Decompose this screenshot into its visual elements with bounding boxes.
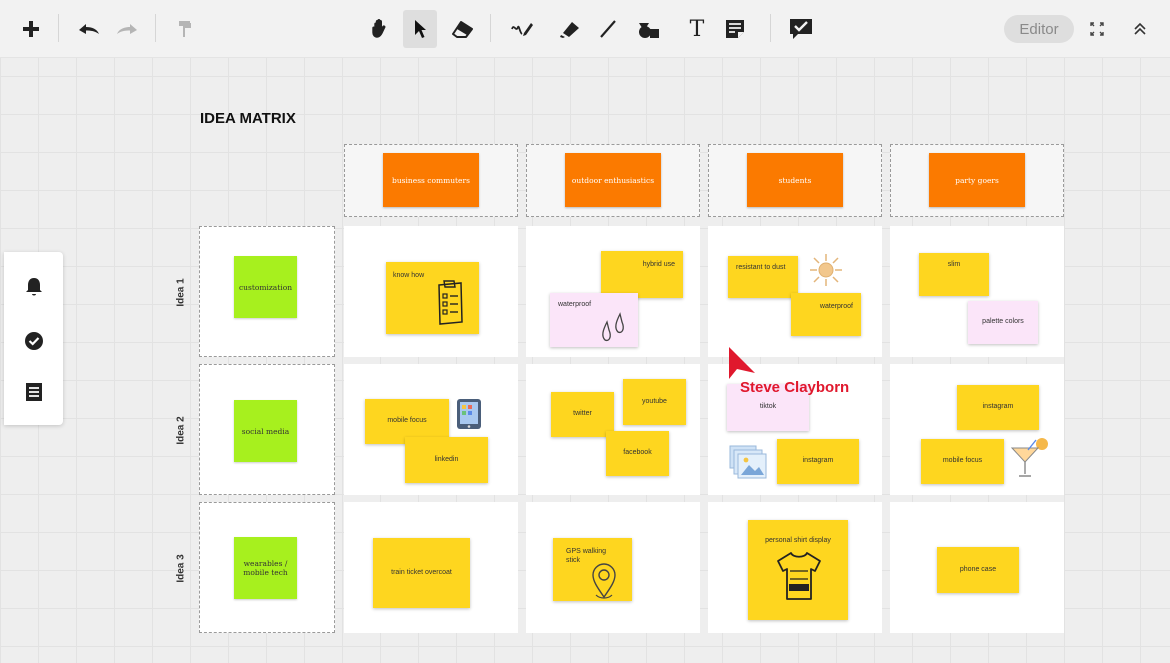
text-icon[interactable]: T	[680, 10, 714, 48]
collaborator-name: Steve Clayborn	[740, 379, 850, 396]
row-theme-card[interactable]: customization	[234, 256, 297, 318]
row-label-text: Idea 2	[175, 415, 187, 445]
editor-label: Editor	[1019, 20, 1059, 38]
sticky-note[interactable]: facebook	[606, 431, 669, 476]
row-label-text: Idea 3	[175, 553, 187, 583]
sticky-note-icon[interactable]	[718, 10, 752, 48]
tablet-icon	[456, 398, 482, 435]
column-header-card[interactable]: business commuters	[383, 153, 479, 207]
sticky-note[interactable]: mobile focus	[921, 439, 1004, 484]
sticky-note[interactable]: know how	[386, 262, 479, 334]
sticky-note-text: train ticket overcoat	[391, 568, 452, 576]
board-title: IDEA MATRIX	[200, 110, 296, 127]
cocktail-icon	[1008, 436, 1052, 485]
column-header-card[interactable]: party goers	[929, 153, 1025, 207]
sticky-note-text: mobile focus	[387, 417, 427, 425]
toolbar-divider	[490, 14, 491, 42]
sticky-note-text: waterproof	[558, 301, 592, 308]
sticky-note-text: facebook	[623, 449, 652, 457]
top-toolbar: T Editor	[0, 0, 1170, 58]
sticky-note-text: linkedin	[434, 455, 459, 463]
line-icon[interactable]	[591, 10, 625, 48]
row-label: Idea 2	[171, 400, 191, 460]
select-icon[interactable]	[403, 10, 437, 48]
shapes-icon[interactable]	[632, 10, 666, 48]
image-icon	[729, 445, 767, 484]
sticky-note-text: waterproof	[819, 303, 853, 310]
sticky-note[interactable]: instagram	[777, 439, 859, 484]
row-label: Idea 1	[171, 262, 191, 322]
sticky-note[interactable]: youtube	[623, 379, 686, 425]
location-pin-icon	[591, 563, 617, 604]
toolbar-divider	[58, 14, 59, 42]
undo-icon[interactable]	[72, 10, 106, 48]
sticky-note[interactable]: train ticket overcoat	[373, 538, 470, 608]
toolbar-divider	[770, 14, 771, 42]
row-label-text: Idea 1	[175, 277, 187, 307]
sticky-note-text: instagram	[802, 457, 834, 465]
sticky-note[interactable]: palette colors	[968, 301, 1038, 344]
pen-icon[interactable]	[505, 10, 539, 48]
collapse-toolbar-icon[interactable]	[1123, 10, 1157, 48]
column-header-card[interactable]: students	[747, 153, 843, 207]
sticky-note-text: resistant to dust	[736, 264, 786, 271]
column-header-frame[interactable]: students	[708, 144, 882, 217]
row-header-frame[interactable]: customization	[199, 226, 335, 357]
column-header-frame[interactable]: business commuters	[344, 144, 518, 217]
row-header-frame[interactable]: wearables / mobile tech	[199, 502, 335, 633]
sticky-note-text: personal shirt display	[765, 537, 831, 544]
editor-mode-badge[interactable]: Editor	[1004, 15, 1074, 43]
sun-icon	[808, 252, 844, 293]
row-label: Idea 3	[171, 538, 191, 598]
sticky-note[interactable]: hybrid use	[601, 251, 683, 298]
sticky-note-text: instagram	[982, 403, 1014, 411]
sticky-note-text: twitter	[573, 410, 592, 418]
sticky-note-text: palette colors	[982, 318, 1024, 326]
column-header-frame[interactable]: outdoor enthusiastics	[526, 144, 700, 217]
sticky-note[interactable]: waterproof	[791, 293, 861, 336]
sticky-note-text: GPS walking stick	[566, 548, 607, 564]
sticky-note[interactable]: resistant to dust	[728, 256, 798, 298]
sticky-note-text: slim	[947, 261, 961, 268]
sticky-note[interactable]: instagram	[957, 385, 1039, 430]
sticky-note[interactable]: linkedin	[405, 437, 488, 483]
column-header-frame[interactable]: party goers	[890, 144, 1064, 217]
row-theme-card[interactable]: wearables / mobile tech	[234, 537, 297, 599]
left-side-panel	[4, 252, 63, 425]
sticky-note-text: phone case	[959, 565, 997, 573]
format-painter-icon[interactable]	[168, 10, 202, 48]
row-header-frame[interactable]: social media	[199, 364, 335, 495]
sticky-note-text: hybrid use	[642, 261, 675, 268]
bell-icon[interactable]	[22, 275, 46, 299]
vote-icon[interactable]	[784, 10, 818, 48]
water-drops-icon	[599, 312, 631, 353]
fullscreen-icon[interactable]	[1080, 10, 1114, 48]
add-icon[interactable]	[14, 10, 48, 48]
sticky-note-text: youtube	[642, 397, 667, 405]
sticky-note-text: know how	[393, 272, 425, 279]
sticky-note[interactable]: slim	[919, 253, 989, 296]
sticky-note-text: mobile focus	[942, 457, 983, 465]
redo-icon[interactable]	[110, 10, 144, 48]
toolbar-divider	[155, 14, 156, 42]
hand-icon[interactable]	[364, 10, 398, 48]
eraser-icon[interactable]	[446, 10, 480, 48]
sticky-note[interactable]: phone case	[937, 547, 1019, 593]
checklist-icon	[436, 280, 464, 331]
highlighter-icon[interactable]	[553, 10, 587, 48]
check-circle-icon[interactable]	[22, 329, 46, 353]
sticky-note-text: tiktok	[759, 403, 777, 411]
list-icon[interactable]	[22, 380, 46, 404]
row-theme-card[interactable]: social media	[234, 400, 297, 462]
sticky-note[interactable]: twitter	[551, 392, 614, 437]
t-shirt-icon	[776, 551, 822, 608]
column-header-card[interactable]: outdoor enthusiastics	[565, 153, 661, 207]
